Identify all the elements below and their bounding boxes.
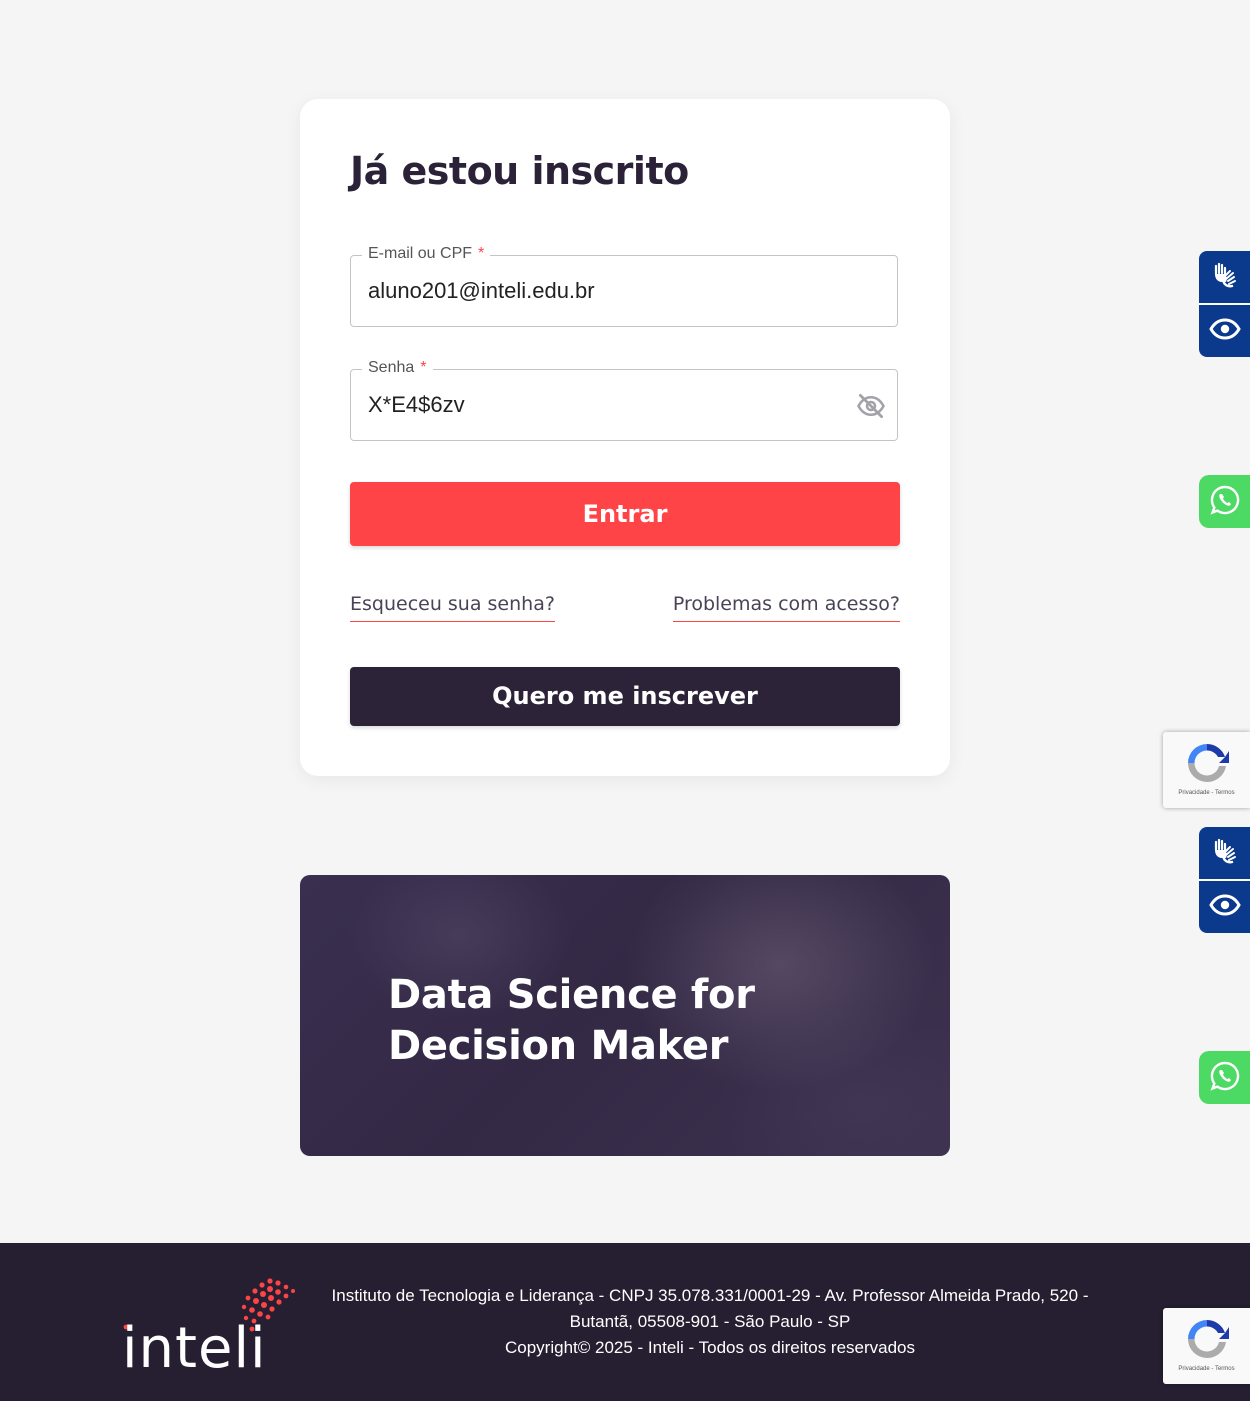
signup-button[interactable]: Quero me inscrever: [350, 667, 900, 726]
sign-language-button[interactable]: [1199, 827, 1250, 879]
course-banner[interactable]: Data Science for Decision Maker: [300, 875, 950, 1156]
email-label: E-mail ou CPF *: [362, 245, 491, 263]
banner-title: Data Science for Decision Maker: [388, 972, 755, 1069]
eye-off-icon[interactable]: [856, 391, 886, 421]
footer-text: Instituto de Tecnologia e Liderança - CN…: [310, 1283, 1110, 1361]
sign-language-icon: [1210, 260, 1240, 294]
password-input[interactable]: X*E4$6zv: [368, 392, 838, 418]
whatsapp-button[interactable]: [1199, 475, 1250, 528]
login-button[interactable]: Entrar: [350, 482, 900, 546]
inteli-logo-text: inteli: [122, 1316, 267, 1373]
footer-address-line2: Butantã, 05508-901 - São Paulo - SP: [569, 1312, 851, 1331]
visual-accessibility-button[interactable]: [1199, 303, 1250, 357]
sign-language-button[interactable]: [1199, 251, 1250, 303]
whatsapp-button[interactable]: [1199, 1051, 1250, 1104]
accessibility-widget: [1199, 251, 1250, 357]
access-problems-link[interactable]: Problemas com acesso?: [672, 593, 900, 622]
footer-address-line1: Instituto de Tecnologia e Liderança - CN…: [331, 1286, 1089, 1305]
password-label: Senha *: [362, 359, 433, 377]
required-mark: *: [478, 245, 485, 262]
visual-accessibility-button[interactable]: [1199, 879, 1250, 933]
footer-copyright: Copyright© 2025 - Inteli - Todos os dire…: [504, 1338, 916, 1357]
eye-icon: [1208, 894, 1241, 920]
recaptcha-icon: [1183, 739, 1231, 791]
recaptcha-icon: [1183, 1315, 1231, 1367]
recaptcha-badge[interactable]: Privacidade - Termos: [1163, 1308, 1250, 1384]
email-input[interactable]: aluno201@inteli.edu.br: [368, 278, 838, 304]
required-mark: *: [420, 359, 427, 376]
email-field[interactable]: E-mail ou CPF * aluno201@inteli.edu.br: [350, 245, 898, 327]
recaptcha-badge[interactable]: Privacidade - Termos: [1163, 732, 1250, 808]
inteli-logo[interactable]: inteli: [122, 1273, 297, 1381]
password-field[interactable]: Senha * X*E4$6zv: [350, 359, 898, 441]
login-card: Já estou inscrito E-mail ou CPF * aluno20…: [300, 99, 950, 776]
eye-icon: [1208, 318, 1241, 344]
footer: inteli Instituto de Tecnologia e Lideran…: [0, 1243, 1250, 1401]
accessibility-widget: [1199, 827, 1250, 933]
forgot-password-link[interactable]: Esqueceu sua senha?: [350, 593, 555, 622]
sign-language-icon: [1210, 836, 1240, 870]
whatsapp-icon: [1209, 1060, 1241, 1096]
whatsapp-icon: [1209, 484, 1241, 520]
recaptcha-terms[interactable]: Privacidade - Termos: [1163, 790, 1250, 796]
page-title: Já estou inscrito: [350, 149, 689, 193]
recaptcha-terms[interactable]: Privacidade - Termos: [1163, 1366, 1250, 1372]
